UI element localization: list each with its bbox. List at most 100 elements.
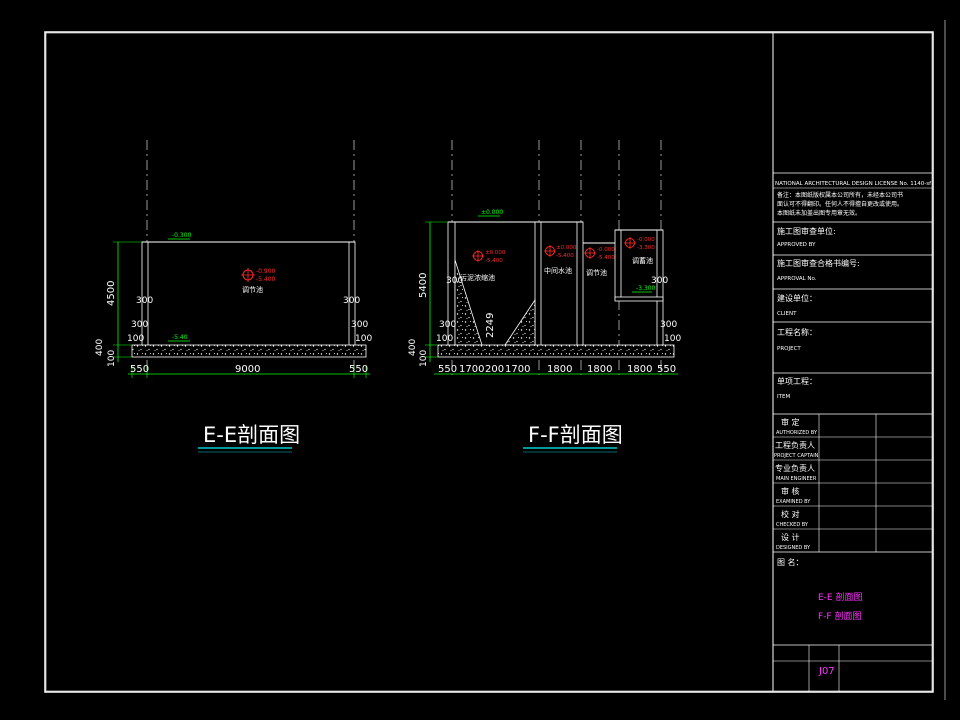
section-f-f: ±0.000 -3.300 2249 ±0.000 -5.400 ±0.000 …	[408, 140, 681, 453]
note-line: 面认可不得翻印。任何人不得擅自更改或使用。	[777, 200, 903, 208]
dim-4500: 4500	[106, 281, 117, 306]
sign-row-en: CHECKED BY	[776, 522, 809, 528]
inner-level-text: -3.300	[636, 285, 656, 292]
wall-mark: 300	[446, 276, 463, 286]
inner-border	[45, 32, 933, 692]
sign-row-cn: 设 计	[781, 532, 800, 542]
dim-value: 1800	[547, 364, 572, 375]
top-level-text: -0.300	[172, 232, 192, 239]
tank-base-slab	[131, 344, 367, 358]
dim-400: 400	[95, 339, 105, 356]
approval-cn: 施工图审查合格书编号:	[777, 258, 860, 268]
client-en: CLIENT	[777, 311, 797, 317]
level-top-text: ±0.000	[485, 250, 506, 256]
outer-border	[44, 31, 934, 693]
dim-value: 1700	[459, 364, 484, 375]
approval-en: APPROVAL No.	[777, 276, 817, 282]
water-level-symbol: -0.000 -5.400	[584, 247, 615, 261]
item-en: ITEM	[777, 394, 790, 400]
wall-mark: 100	[436, 334, 453, 344]
wall-mark: 300	[439, 320, 456, 330]
level-top-text: -0.900	[256, 268, 276, 275]
sign-row-en: PROJECT CAPTAIN	[774, 453, 819, 459]
wall-mark: 300	[136, 296, 153, 306]
tank-right-wall	[348, 241, 356, 348]
sign-row-en: AUTHORIZED BY	[776, 430, 818, 436]
tank-label: 调蓄池	[632, 256, 653, 265]
sign-row-cn: 审 核	[781, 486, 800, 496]
approved-en: APPROVED BY	[777, 242, 816, 248]
drawing-name: F-F 剖面图	[818, 610, 861, 622]
tank-label: 调节池	[586, 268, 607, 277]
cad-drawing-sheet: -0.300 -5.40 -0.900 -5.400 调节池 4500 400 …	[44, 20, 946, 700]
dim-100: 100	[107, 350, 117, 367]
sign-row-en: DESIGNED BY	[776, 545, 811, 551]
dim-value: 550	[657, 364, 676, 375]
tank-label: 中间水池	[544, 266, 572, 275]
project-cn: 工程名称：	[777, 327, 817, 337]
dim-value: 200	[485, 364, 504, 375]
base-slab	[437, 344, 675, 358]
dim-value: 1700	[505, 364, 530, 375]
approved-cn: 施工图审查单位:	[777, 226, 836, 236]
note-line: 本图纸未加盖出图专用章无效。	[777, 209, 861, 217]
level-bottom-text: -5.400	[485, 258, 503, 264]
project-en: PROJECT	[777, 346, 801, 352]
sign-row-cn: 工程负责人	[775, 440, 815, 450]
wall-mark: 300	[651, 276, 668, 286]
dim-9000: 9000	[235, 364, 260, 375]
wall-mark: 300	[131, 320, 148, 330]
level-bottom-text: -5.400	[597, 255, 615, 261]
note-line: 备注：本图纸版权属本公司所有，未经本公司书	[777, 191, 903, 199]
wall	[614, 229, 622, 301]
item-cn: 单项工程：	[777, 376, 817, 386]
wall-mark: 100	[127, 334, 144, 344]
wall	[576, 221, 584, 348]
water-level-symbol: -0.000 -3.300	[624, 237, 655, 251]
level-top-text: -0.000	[597, 247, 615, 253]
section-title: F-F剖面图	[528, 423, 623, 447]
dim-100: 100	[419, 350, 429, 367]
dim-value: 1800	[587, 364, 612, 375]
dim-value: 550	[438, 364, 457, 375]
bottom-level-text: -5.40	[172, 334, 188, 341]
sign-row-en: MAIN ENGINEER	[776, 476, 817, 482]
wall-mark: 300	[343, 296, 360, 306]
inner-slab	[614, 296, 664, 302]
dim-value: 1800	[627, 364, 652, 375]
tank-left-wall	[141, 241, 149, 348]
dim-550: 550	[349, 364, 368, 375]
wall-mark: 300	[660, 320, 677, 330]
sign-row-en: EXAMINED BY	[776, 499, 811, 505]
section-e-e: -0.300 -5.40 -0.900 -5.400 调节池 4500 400 …	[95, 140, 372, 453]
drawing-name-label: 图 名：	[777, 557, 804, 567]
hopper-left	[454, 259, 483, 346]
tank-label: 污泥浓缩池	[460, 273, 495, 282]
slope-mark: 2249	[485, 313, 496, 338]
dim-400: 400	[408, 339, 418, 356]
wall-mark: 300	[351, 320, 368, 330]
sheet-number: J07	[818, 666, 835, 677]
tank-label: 调节池	[242, 285, 263, 294]
water-level-symbol: -0.900 -5.400	[241, 268, 276, 283]
client-cn: 建设单位：	[777, 293, 817, 303]
drawing-name: E-E 剖面图	[818, 591, 862, 603]
wall-mark: 100	[355, 334, 372, 344]
level-bottom-text: -5.400	[256, 276, 276, 283]
sign-row-cn: 审 定	[781, 417, 800, 427]
hopper-right	[504, 298, 536, 346]
sign-row-cn: 校 对	[781, 509, 800, 519]
section-title: E-E剖面图	[203, 423, 300, 447]
level-bottom-text: -3.300	[637, 245, 655, 251]
level-top-text: -0.000	[637, 237, 655, 243]
water-level-symbol: ±0.000 -5.400	[544, 245, 577, 259]
license-text: NATIONAL ARCHITECTURAL DESIGN LICENSE No…	[775, 181, 932, 187]
sign-row-cn: 专业负责人	[775, 463, 815, 473]
title-block: NATIONAL ARCHITECTURAL DESIGN LICENSE No…	[773, 172, 932, 691]
wall-mark: 100	[664, 334, 681, 344]
level-bottom-text: -5.400	[556, 253, 574, 259]
dim-550: 550	[130, 364, 149, 375]
dim-5400: 5400	[418, 273, 429, 298]
wall	[534, 221, 542, 348]
water-level-symbol: ±0.000 -5.400	[472, 250, 506, 264]
